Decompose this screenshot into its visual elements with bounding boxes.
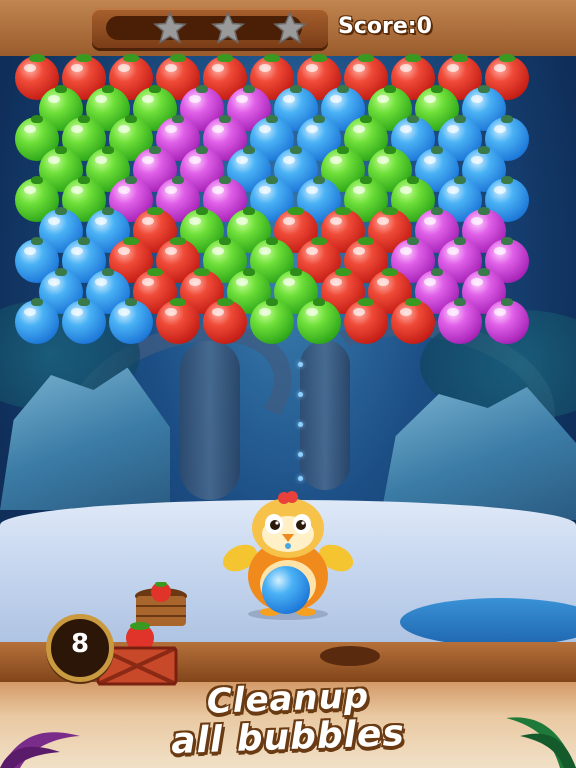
red-bubble — [391, 298, 435, 344]
blue-bubble — [62, 298, 106, 344]
score-label: Score:0 — [338, 14, 432, 39]
red-bubble — [156, 298, 200, 344]
aim-dot — [298, 476, 303, 481]
loaded-bubble[interactable] — [262, 566, 310, 614]
tagline: Cleanup all bubbles — [0, 676, 576, 762]
aim-dot — [298, 422, 303, 427]
blue-bubble — [109, 298, 153, 344]
star-icon — [153, 11, 187, 44]
star-icon — [273, 11, 307, 44]
shots-remaining: 8 — [70, 629, 90, 659]
purple-bubble — [438, 298, 482, 344]
red-bubble — [344, 298, 388, 344]
green-bubble — [250, 298, 294, 344]
blue-bubble — [15, 298, 59, 344]
cannon-slot-icon — [320, 646, 380, 666]
star-track — [106, 11, 307, 44]
aim-dot — [298, 392, 303, 397]
shots-counter-icon: 8 — [46, 614, 114, 682]
green-bubble — [297, 298, 341, 344]
purple-bubble — [485, 298, 529, 344]
aim-dot — [298, 452, 303, 457]
aim-dot — [298, 362, 303, 367]
star-progress-bar — [92, 8, 328, 48]
red-bubble — [203, 298, 247, 344]
star-icon — [211, 11, 245, 44]
game-scene[interactable]: Score:0 8 Cleanup all bubbles — [0, 0, 576, 768]
